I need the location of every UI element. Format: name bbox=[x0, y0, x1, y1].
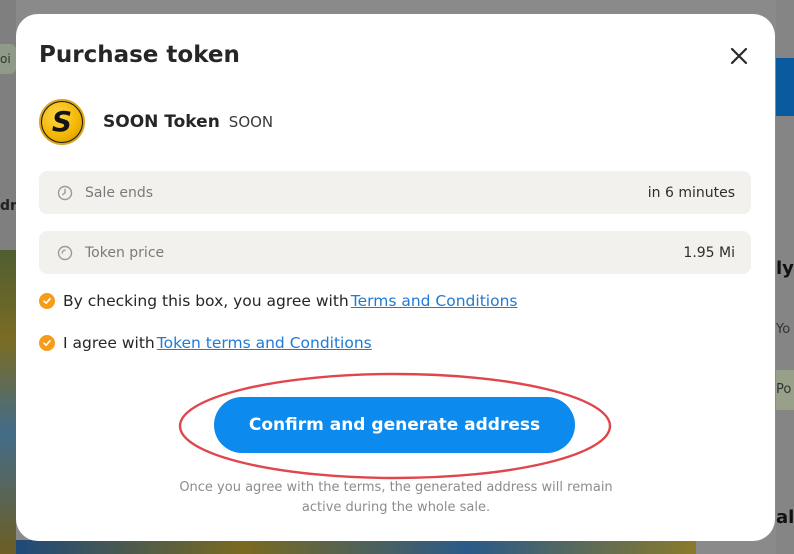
terms-checkbox[interactable] bbox=[39, 293, 55, 309]
check-icon bbox=[43, 340, 51, 346]
background-left-badge-text: oi bbox=[0, 52, 11, 66]
background-artwork bbox=[0, 250, 16, 554]
sale-ends-value: in 6 minutes bbox=[647, 184, 735, 201]
terms-link[interactable]: Terms and Conditions bbox=[351, 292, 518, 310]
sale-ends-label: Sale ends bbox=[85, 184, 154, 201]
sale-ends-row: Sale ends in 6 minutes bbox=[39, 171, 751, 214]
token-price-row: Token price 1.95 Mi bbox=[39, 231, 751, 274]
check-icon bbox=[43, 298, 51, 304]
token-price-label: Token price bbox=[85, 244, 165, 261]
close-icon bbox=[730, 47, 748, 65]
purchase-token-modal: Purchase token S SOON Token SOON Sale en… bbox=[16, 14, 775, 541]
token-name: SOON Token bbox=[103, 112, 220, 132]
modal-title: Purchase token bbox=[39, 42, 240, 68]
token-terms-checkbox[interactable] bbox=[39, 335, 55, 351]
background-left-heading: dr bbox=[0, 198, 17, 214]
token-price-value: 1.95 Mi bbox=[683, 244, 735, 261]
token-header: S SOON Token SOON bbox=[39, 98, 273, 146]
token-terms-checkbox-row: I agree with Token terms and Conditions bbox=[39, 334, 372, 352]
background-right-button bbox=[776, 58, 794, 116]
background-right-heading: ly bbox=[776, 258, 794, 279]
address-footnote: Once you agree with the terms, the gener… bbox=[179, 480, 613, 515]
token-logo: S bbox=[39, 99, 85, 145]
token-logo-letter: S bbox=[51, 105, 73, 138]
token-terms-text: I agree with bbox=[63, 334, 155, 352]
terms-text: By checking this box, you agree with bbox=[63, 292, 349, 310]
background-right-text: Yo bbox=[776, 322, 791, 337]
coin-icon bbox=[57, 245, 73, 261]
token-terms-link[interactable]: Token terms and Conditions bbox=[157, 334, 372, 352]
clock-icon bbox=[57, 185, 73, 201]
background-artwork-bottom bbox=[16, 540, 696, 554]
background-right-pill-text: Po bbox=[776, 382, 792, 397]
confirm-generate-address-button[interactable]: Confirm and generate address bbox=[214, 397, 575, 453]
terms-checkbox-row: By checking this box, you agree with Ter… bbox=[39, 292, 517, 310]
token-symbol: SOON bbox=[228, 113, 274, 131]
close-button[interactable] bbox=[724, 41, 754, 71]
background-right-heading-2: al bbox=[776, 507, 794, 528]
